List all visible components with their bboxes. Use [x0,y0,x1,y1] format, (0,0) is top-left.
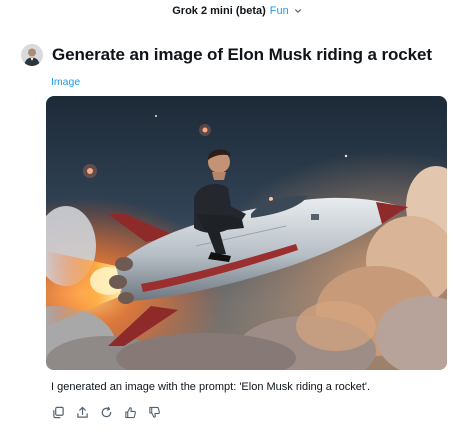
chat-header: Grok 2 mini (beta) Fun [0,0,474,22]
thumbs-up-icon [124,406,136,418]
response-text: I generated an image with the prompt: 'E… [51,381,371,393]
generated-image[interactable] [46,96,447,370]
image-label: Image [51,76,81,88]
regenerate-icon [101,406,111,417]
regenerate-button[interactable] [99,405,113,419]
chevron-down-icon[interactable] [294,7,302,15]
thumbs-down-icon [148,406,160,418]
share-icon [76,406,88,418]
thumbs-up-button[interactable] [123,405,137,419]
copy-icon [52,406,64,418]
model-name[interactable]: Grok 2 mini (beta) [172,5,266,17]
copy-button[interactable] [51,405,65,419]
avatar [21,44,43,66]
action-bar [51,405,161,419]
thumbs-down-button[interactable] [147,405,161,419]
mode-label[interactable]: Fun [270,5,289,17]
prompt-text: Generate an image of Elon Musk riding a … [52,45,432,64]
share-button[interactable] [75,405,89,419]
user-message: Generate an image of Elon Musk riding a … [21,44,432,66]
